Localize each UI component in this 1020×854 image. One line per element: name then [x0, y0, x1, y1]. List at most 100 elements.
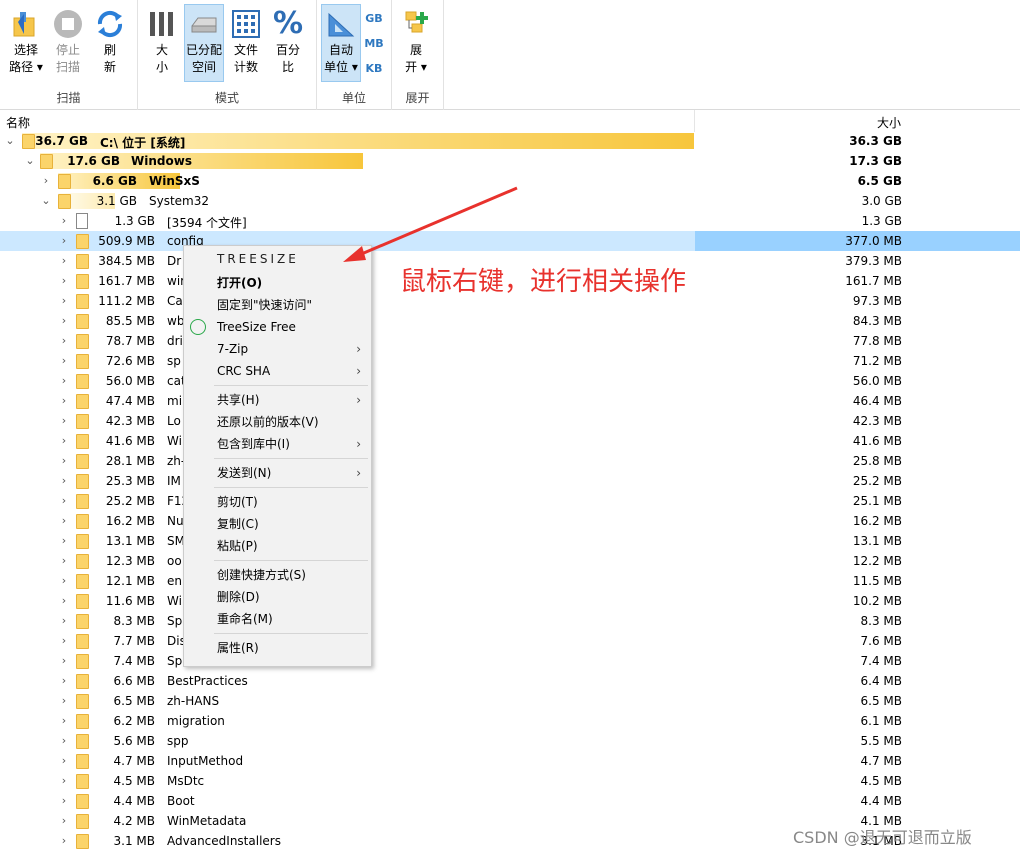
menu-item[interactable]: 剪切(T): [184, 491, 371, 513]
tree-row[interactable]: › 4.4 MB Boot 4.4 MB: [0, 791, 1020, 811]
column-separator[interactable]: [694, 110, 695, 132]
tree-row[interactable]: › 13.1 MB SM 13.1 MB: [0, 531, 1020, 551]
menu-item[interactable]: TreeSize Free: [184, 316, 371, 338]
tree-row[interactable]: › 12.3 MB oo 12.2 MB: [0, 551, 1020, 571]
menu-item[interactable]: 还原以前的版本(V): [184, 411, 371, 433]
menu-item[interactable]: 属性(R): [184, 637, 371, 659]
menu-item[interactable]: 粘贴(P): [184, 535, 371, 557]
chevron-right-icon[interactable]: ›: [58, 774, 70, 788]
tree-row[interactable]: › 1.3 GB [3594 个文件] 1.3 GB: [0, 211, 1020, 231]
chevron-right-icon[interactable]: ›: [58, 594, 70, 608]
chevron-right-icon[interactable]: ›: [58, 834, 70, 848]
tree-row[interactable]: › 6.2 MB migration 6.1 MB: [0, 711, 1020, 731]
expand-button[interactable]: 展 开 ▾: [396, 4, 436, 82]
tree-row[interactable]: › 6.6 GB WinSxS 6.5 GB: [0, 171, 1020, 191]
chevron-right-icon[interactable]: ›: [58, 494, 70, 508]
tree-row[interactable]: ⌄ 36.7 GB C:\ 位于 [系统] 36.3 GB: [0, 131, 1020, 151]
tree-row[interactable]: › 6.6 MB BestPractices 6.4 MB: [0, 671, 1020, 691]
tree-row[interactable]: › 28.1 MB zh- 25.8 MB: [0, 451, 1020, 471]
tree-view[interactable]: ⌄ 36.7 GB C:\ 位于 [系统] 36.3 GB ⌄ 17.6 GB Window…: [0, 131, 1020, 854]
chevron-right-icon[interactable]: ›: [58, 334, 70, 348]
unit-mb-button[interactable]: MB: [363, 37, 385, 57]
chevron-right-icon[interactable]: ›: [58, 214, 70, 228]
chevron-right-icon[interactable]: ›: [58, 674, 70, 688]
tree-row[interactable]: › 4.7 MB InputMethod 4.7 MB: [0, 751, 1020, 771]
chevron-right-icon[interactable]: ›: [58, 234, 70, 248]
chevron-right-icon[interactable]: ›: [58, 454, 70, 468]
column-header-size[interactable]: 大小: [877, 114, 901, 131]
tree-row[interactable]: › 42.3 MB Lo 42.3 MB: [0, 411, 1020, 431]
menu-item[interactable]: 创建快捷方式(S): [184, 564, 371, 586]
tree-row[interactable]: › 8.3 MB Sp 8.3 MB: [0, 611, 1020, 631]
menu-item[interactable]: 删除(D): [184, 586, 371, 608]
tree-row[interactable]: › 85.5 MB wb 84.3 MB: [0, 311, 1020, 331]
chevron-right-icon[interactable]: ›: [58, 434, 70, 448]
menu-item[interactable]: 7-Zip ›: [184, 338, 371, 360]
chevron-right-icon[interactable]: ›: [58, 314, 70, 328]
menu-item[interactable]: 打开(O): [184, 272, 371, 294]
tree-row[interactable]: › 16.2 MB Nu 16.2 MB: [0, 511, 1020, 531]
tree-row[interactable]: ⌄ 17.6 GB Windows 17.3 GB: [0, 151, 1020, 171]
chevron-right-icon[interactable]: ›: [58, 354, 70, 368]
tree-row[interactable]: › 12.1 MB en 11.5 MB: [0, 571, 1020, 591]
tree-row[interactable]: › 72.6 MB sp 71.2 MB: [0, 351, 1020, 371]
chevron-right-icon[interactable]: ›: [58, 554, 70, 568]
chevron-down-icon[interactable]: ⌄: [40, 194, 52, 208]
tree-row[interactable]: › 25.3 MB IM 25.2 MB: [0, 471, 1020, 491]
select-path-button[interactable]: 选择 路径 ▾: [6, 4, 46, 82]
chevron-right-icon[interactable]: ›: [40, 174, 52, 188]
size-mode-button[interactable]: 大 小: [142, 4, 182, 82]
tree-row[interactable]: › 47.4 MB mi 46.4 MB: [0, 391, 1020, 411]
refresh-button[interactable]: 刷 新: [90, 4, 130, 82]
chevron-right-icon[interactable]: ›: [58, 374, 70, 388]
chevron-right-icon[interactable]: ›: [58, 634, 70, 648]
chevron-right-icon[interactable]: ›: [58, 294, 70, 308]
file-count-button[interactable]: 文件 计数: [226, 4, 266, 82]
chevron-right-icon[interactable]: ›: [58, 734, 70, 748]
column-header-name[interactable]: 名称: [6, 114, 30, 131]
chevron-right-icon[interactable]: ›: [58, 514, 70, 528]
tree-row[interactable]: › 6.5 MB zh-HANS 6.5 MB: [0, 691, 1020, 711]
chevron-right-icon[interactable]: ›: [58, 574, 70, 588]
tree-row[interactable]: › 25.2 MB F12 25.1 MB: [0, 491, 1020, 511]
chevron-right-icon[interactable]: ›: [58, 474, 70, 488]
menu-item[interactable]: 包含到库中(I) ›: [184, 433, 371, 455]
unit-gb-button[interactable]: GB: [363, 12, 385, 32]
menu-item[interactable]: 固定到"快速访问": [184, 294, 371, 316]
chevron-right-icon[interactable]: ›: [58, 414, 70, 428]
chevron-right-icon[interactable]: ›: [58, 274, 70, 288]
tree-row[interactable]: › 78.7 MB dri 77.8 MB: [0, 331, 1020, 351]
chevron-right-icon[interactable]: ›: [58, 754, 70, 768]
tree-row[interactable]: › 4.5 MB MsDtc 4.5 MB: [0, 771, 1020, 791]
chevron-down-icon[interactable]: ⌄: [24, 154, 36, 168]
chevron-down-icon[interactable]: ⌄: [4, 134, 16, 148]
tree-row[interactable]: › 7.4 MB Sp 7.4 MB: [0, 651, 1020, 671]
chevron-right-icon[interactable]: ›: [58, 534, 70, 548]
chevron-right-icon[interactable]: ›: [58, 654, 70, 668]
allocated-space-button[interactable]: 已分配 空间: [184, 4, 224, 82]
tree-row[interactable]: ⌄ 3.1 GB System32 3.0 GB: [0, 191, 1020, 211]
tree-row[interactable]: › 11.6 MB Wi 10.2 MB: [0, 591, 1020, 611]
tree-row[interactable]: › 5.6 MB spp 5.5 MB: [0, 731, 1020, 751]
row-name: Dr: [167, 254, 182, 268]
auto-unit-button[interactable]: 自动 单位 ▾: [321, 4, 361, 82]
tree-row[interactable]: › 7.7 MB Dis 7.6 MB: [0, 631, 1020, 651]
menu-item[interactable]: 重命名(M): [184, 608, 371, 630]
chevron-right-icon[interactable]: ›: [58, 394, 70, 408]
chevron-right-icon[interactable]: ›: [58, 694, 70, 708]
menu-item[interactable]: 复制(C): [184, 513, 371, 535]
menu-item[interactable]: 共享(H) ›: [184, 389, 371, 411]
tree-row[interactable]: › 509.9 MB config 377.0 MB: [0, 231, 1020, 251]
menu-item[interactable]: 发送到(N) ›: [184, 462, 371, 484]
chevron-right-icon[interactable]: ›: [58, 614, 70, 628]
tree-row[interactable]: › 56.0 MB cat 56.0 MB: [0, 371, 1020, 391]
stop-scan-button[interactable]: 停止 扫描: [48, 4, 88, 82]
unit-kb-button[interactable]: KB: [363, 62, 385, 82]
chevron-right-icon[interactable]: ›: [58, 714, 70, 728]
percent-button[interactable]: % 百分 比: [268, 4, 308, 82]
tree-row[interactable]: › 41.6 MB Wi 41.6 MB: [0, 431, 1020, 451]
chevron-right-icon[interactable]: ›: [58, 814, 70, 828]
chevron-right-icon[interactable]: ›: [58, 794, 70, 808]
menu-item[interactable]: CRC SHA ›: [184, 360, 371, 382]
chevron-right-icon[interactable]: ›: [58, 254, 70, 268]
